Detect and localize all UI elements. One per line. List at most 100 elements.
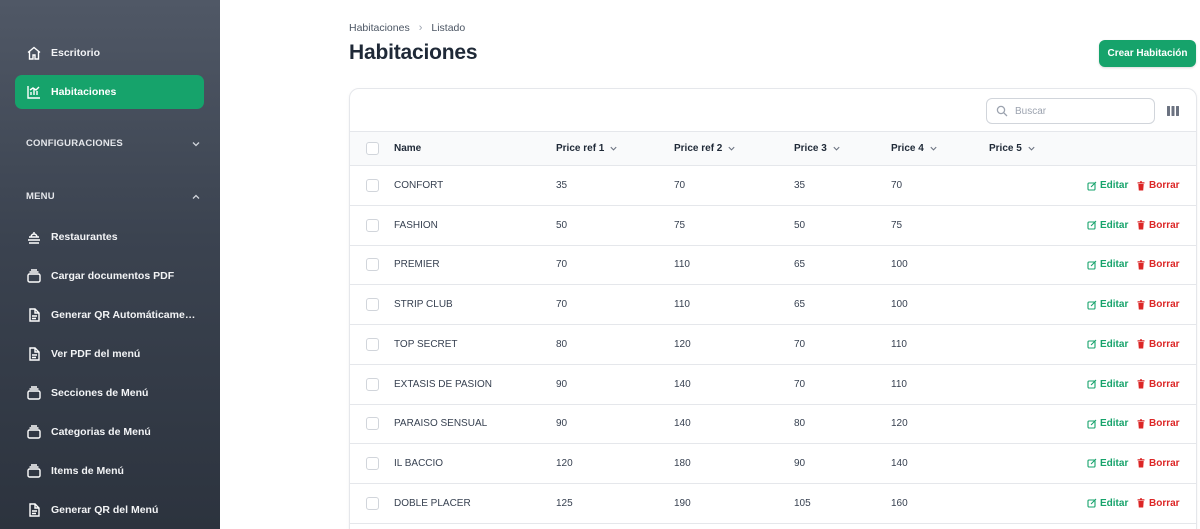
edit-button[interactable]: Editar <box>1087 404 1128 443</box>
delete-button[interactable]: Borrar <box>1136 484 1180 523</box>
search-input[interactable] <box>1015 105 1145 117</box>
edit-icon <box>1087 300 1097 310</box>
table-row: CONFORT 35 70 35 70 Editar Borrar <box>350 166 1196 206</box>
sidebar-item-label: Restaurantes <box>51 231 118 243</box>
table-cell: FASHION <box>394 219 438 231</box>
edit-button[interactable]: Editar <box>1087 444 1128 483</box>
sidebar-item-escritorio[interactable]: Escritorio <box>15 36 204 70</box>
edit-label: Editar <box>1100 219 1129 231</box>
edit-button[interactable]: Editar <box>1087 365 1128 404</box>
sidebar-item-generar-qr-auto[interactable]: Generar QR Automáticamente <box>15 298 204 332</box>
edit-button[interactable]: Editar <box>1087 325 1128 364</box>
columns-toggle-icon[interactable] <box>1166 104 1180 118</box>
stack-icon <box>27 425 41 439</box>
row-checkbox[interactable] <box>366 298 379 312</box>
sidebar-item-restaurantes[interactable]: Restaurantes <box>15 220 204 254</box>
edit-icon <box>1087 339 1097 349</box>
sidebar-item-secciones-menu[interactable]: Secciones de Menú <box>15 376 204 410</box>
trash-icon <box>1137 379 1145 389</box>
delete-button[interactable]: Borrar <box>1136 404 1180 443</box>
sidebar-item-label: Habitaciones <box>51 86 117 98</box>
section-menu[interactable]: MENU <box>26 191 204 202</box>
table-cell: 105 <box>794 497 811 509</box>
row-checkbox[interactable] <box>366 377 379 391</box>
edit-button[interactable]: Editar <box>1087 285 1128 324</box>
delete-button[interactable]: Borrar <box>1136 285 1180 324</box>
row-checkbox[interactable] <box>366 337 379 351</box>
table-cell: 80 <box>794 418 806 430</box>
table-cell: 70 <box>794 378 806 390</box>
breadcrumb-current: Listado <box>431 22 466 34</box>
table-cell: 70 <box>556 299 568 311</box>
row-checkbox[interactable] <box>366 456 379 470</box>
document-icon <box>29 347 40 361</box>
sidebar-item-habitaciones[interactable]: Habitaciones <box>15 75 204 109</box>
edit-label: Editar <box>1100 338 1129 350</box>
edit-label: Editar <box>1100 259 1129 271</box>
delete-label: Borrar <box>1149 259 1180 271</box>
column-header-label: Price 5 <box>989 143 1022 154</box>
select-all-checkbox[interactable] <box>366 142 379 155</box>
delete-label: Borrar <box>1149 180 1180 191</box>
edit-button[interactable]: Editar <box>1087 484 1128 523</box>
table-cell: 90 <box>794 457 806 469</box>
column-header-price-ref-1[interactable]: Price ref 1 <box>556 132 618 165</box>
table-cell: 160 <box>891 497 908 509</box>
table-cell: 70 <box>674 180 686 191</box>
column-header-price-4[interactable]: Price 4 <box>891 132 938 165</box>
edit-button[interactable]: Editar <box>1087 166 1128 205</box>
section-configuraciones[interactable]: CONFIGURACIONES <box>26 138 204 149</box>
edit-icon <box>1087 498 1097 508</box>
table-cell: 35 <box>556 180 568 191</box>
row-checkbox[interactable] <box>366 417 379 431</box>
trash-icon <box>1137 498 1145 508</box>
create-habitacion-button[interactable]: Crear Habitación <box>1099 40 1196 67</box>
table-cell: 100 <box>891 299 908 311</box>
search-box[interactable] <box>986 98 1155 124</box>
delete-label: Borrar <box>1149 457 1180 469</box>
table-cell: 90 <box>556 378 568 390</box>
sidebar-item-generar-qr-menu[interactable]: Generar QR del Menú <box>15 493 204 527</box>
edit-icon <box>1087 181 1097 191</box>
sidebar-item-label: Categorias de Menú <box>51 426 151 438</box>
table-cell: 70 <box>794 338 806 350</box>
delete-button[interactable]: Borrar <box>1136 444 1180 483</box>
edit-button[interactable]: Editar <box>1087 206 1128 245</box>
page-title: Habitaciones <box>349 41 478 64</box>
row-checkbox[interactable] <box>366 496 379 510</box>
column-header-price-3[interactable]: Price 3 <box>794 132 841 165</box>
column-header-price-5[interactable]: Price 5 <box>989 132 1036 165</box>
row-checkbox[interactable] <box>366 179 379 192</box>
table-cell: 35 <box>794 180 806 191</box>
table-cell: 50 <box>794 219 806 231</box>
delete-button[interactable]: Borrar <box>1136 166 1180 205</box>
delete-button[interactable]: Borrar <box>1136 206 1180 245</box>
row-checkbox[interactable] <box>366 218 379 232</box>
table-cell: 75 <box>674 219 686 231</box>
document-icon <box>29 308 40 322</box>
column-header-name[interactable]: Name <box>394 132 421 165</box>
delete-button[interactable]: Borrar <box>1136 365 1180 404</box>
column-header-label: Price ref 1 <box>556 143 605 154</box>
delete-button[interactable]: Borrar <box>1136 325 1180 364</box>
breadcrumb-link-habitaciones[interactable]: Habitaciones <box>349 22 410 34</box>
table-cell: 120 <box>891 418 908 430</box>
sidebar-item-label: Secciones de Menú <box>51 387 149 399</box>
row-checkbox[interactable] <box>366 258 379 272</box>
table-cell: 100 <box>891 259 908 271</box>
table-cell: 75 <box>891 219 903 231</box>
sidebar-item-cargar-pdf[interactable]: Cargar documentos PDF <box>15 259 204 293</box>
column-header-price-ref-2[interactable]: Price ref 2 <box>674 132 736 165</box>
table-row: IL BACCIO 120 180 90 140 Editar Borrar <box>350 444 1196 484</box>
edit-button[interactable]: Editar <box>1087 245 1128 284</box>
sidebar-item-categorias-menu[interactable]: Categorias de Menú <box>15 415 204 449</box>
delete-button[interactable]: Borrar <box>1136 245 1180 284</box>
sidebar-item-items-menu[interactable]: Items de Menú <box>15 454 204 488</box>
table-cell: DOBLE PLACER <box>394 497 471 509</box>
sidebar-item-label: Cargar documentos PDF <box>51 270 175 282</box>
column-header-label: Price ref 2 <box>674 143 723 154</box>
sidebar-item-label: Generar QR Automáticamente <box>51 309 196 321</box>
sidebar-item-ver-pdf[interactable]: Ver PDF del menú <box>15 337 204 371</box>
table-cell: 180 <box>674 457 691 469</box>
edit-icon <box>1087 260 1097 270</box>
